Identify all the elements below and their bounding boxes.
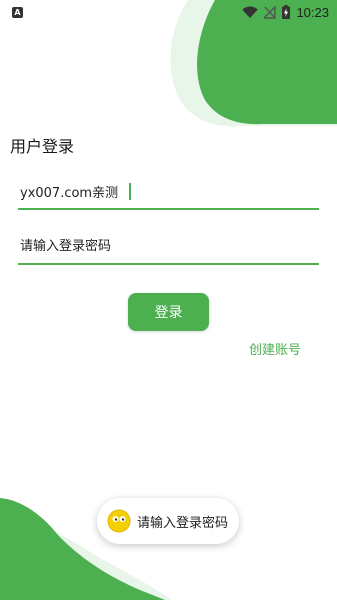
notification-a-icon: A: [12, 6, 23, 18]
login-screen: A 10:23 用户登录 登录 创建账号: [0, 0, 337, 600]
emoji-face-icon: [107, 509, 131, 533]
status-bar: A 10:23: [0, 0, 337, 24]
toast-text: 请输入登录密码: [137, 515, 229, 531]
battery-charging-icon: [282, 5, 291, 19]
create-account-link[interactable]: 创建账号: [249, 339, 301, 358]
password-field[interactable]: [18, 231, 319, 265]
page-title: 用户登录: [10, 137, 75, 156]
wifi-icon: [242, 5, 259, 19]
login-button[interactable]: 登录: [128, 293, 209, 331]
signal-off-icon: [264, 5, 277, 19]
username-input[interactable]: [18, 176, 319, 206]
password-input[interactable]: [18, 231, 319, 261]
clock-time: 10:23: [296, 4, 329, 20]
username-field[interactable]: [18, 176, 319, 210]
text-cursor: [129, 183, 131, 200]
toast-message: 请输入登录密码: [97, 498, 239, 544]
